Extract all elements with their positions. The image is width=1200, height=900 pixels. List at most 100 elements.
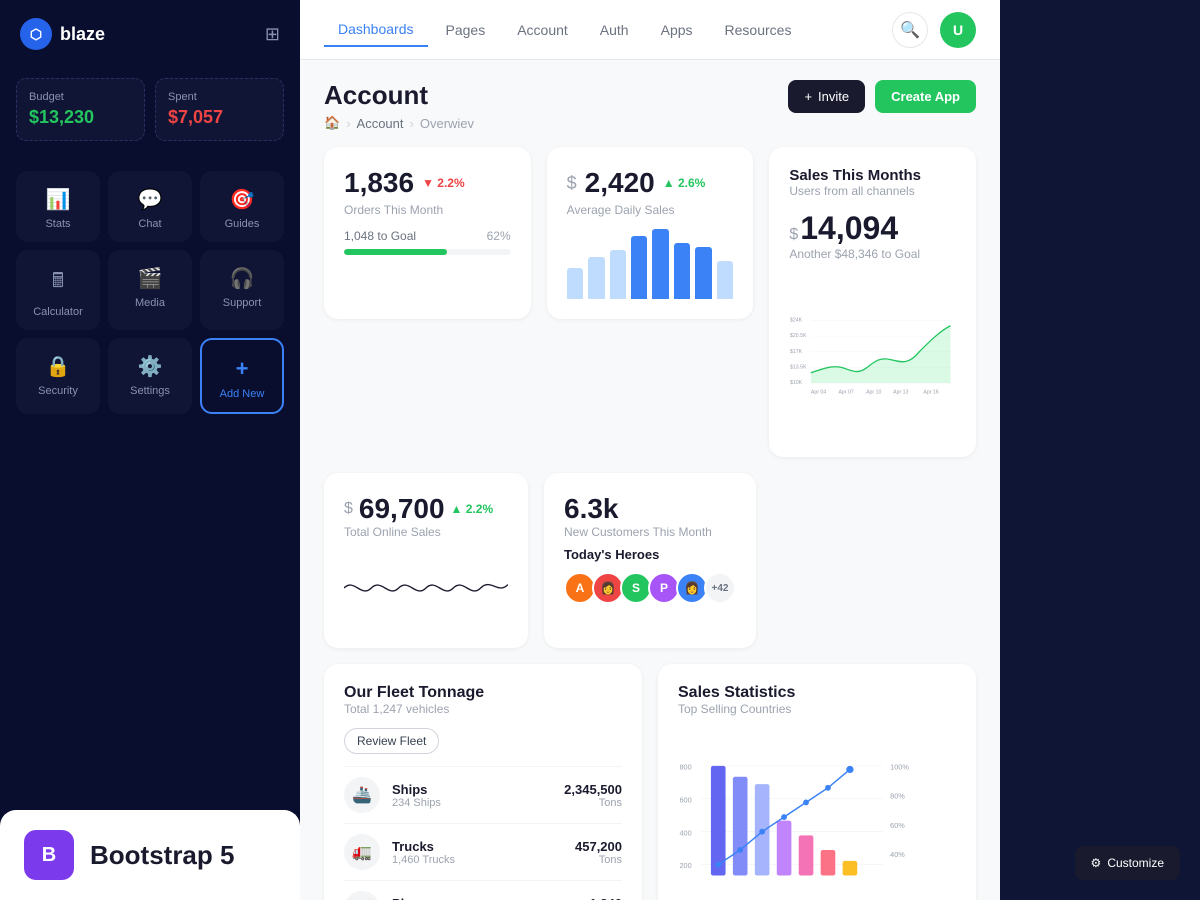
orders-card: 1,836 ▼ 2.2% Orders This Month 1,048 to … — [324, 147, 531, 319]
nav-auth[interactable]: Auth — [586, 14, 643, 46]
top-nav: Dashboards Pages Account Auth Apps Resou… — [300, 0, 1000, 60]
sales-stats-title: Sales Statistics — [678, 684, 956, 702]
online-sales-number: 69,700 — [359, 493, 445, 525]
stats-icon: 📊 — [46, 187, 71, 212]
orders-goal-pct: 62% — [487, 229, 511, 243]
create-app-button[interactable]: Create App — [875, 80, 976, 113]
sidebar: ⬡ blaze ⊞ Budget $13,230 Spent $7,057 📊 … — [0, 0, 300, 900]
planes-icon: ✈️ — [344, 891, 380, 900]
user-avatar[interactable]: U — [940, 12, 976, 48]
customize-icon: ⚙ — [1091, 856, 1102, 870]
spent-card: Spent $7,057 — [155, 78, 284, 141]
chat-label: Chat — [138, 218, 161, 230]
nav-resources[interactable]: Resources — [711, 14, 806, 46]
svg-text:Apr 13: Apr 13 — [893, 389, 908, 395]
sidebar-item-stats[interactable]: 📊 Stats — [16, 171, 100, 242]
sidebar-item-media[interactable]: 🎬 Media — [108, 250, 192, 330]
security-icon: 🔒 — [46, 354, 71, 379]
sales-stats-card: Sales Statistics Top Selling Countries 8… — [658, 664, 976, 900]
nav-dashboards[interactable]: Dashboards — [324, 13, 428, 47]
media-label: Media — [135, 297, 165, 309]
breadcrumb-current: Overwiev — [420, 116, 474, 131]
sidebar-item-support[interactable]: 🎧 Support — [200, 250, 284, 330]
svg-text:Apr 16: Apr 16 — [924, 389, 939, 395]
bar-3 — [610, 250, 626, 299]
settings-icon: ⚙️ — [138, 354, 163, 379]
second-row: $ 69,700 ▲ 2.2% Total Online Sales 6.3k … — [324, 473, 976, 648]
bar-7 — [695, 247, 711, 300]
new-customers-label: New Customers This Month — [564, 525, 736, 539]
logo-icon: ⬡ — [20, 18, 52, 50]
breadcrumb-home-icon: 🏠 — [324, 115, 340, 131]
sidebar-item-settings[interactable]: ⚙️ Settings — [108, 338, 192, 414]
planes-value: 1,240 — [589, 896, 622, 900]
svg-text:Apr 07: Apr 07 — [839, 389, 854, 395]
page-header: Account 🏠 › Account › Overwiev + Invite … — [324, 80, 976, 131]
breadcrumb-account[interactable]: Account — [357, 116, 404, 131]
daily-sales-number: 2,420 — [585, 167, 655, 199]
bar-5 — [652, 229, 668, 299]
svg-text:800: 800 — [679, 762, 691, 771]
trucks-value: 457,200 — [575, 839, 622, 854]
nav-account[interactable]: Account — [503, 14, 582, 46]
new-customers-number: 6.3k — [564, 493, 736, 525]
support-icon: 🎧 — [230, 266, 255, 291]
add-new-icon: + — [236, 356, 249, 382]
svg-text:600: 600 — [679, 795, 691, 804]
customize-label: Customize — [1107, 856, 1164, 870]
review-fleet-button[interactable]: Review Fleet — [344, 728, 439, 754]
sidebar-item-add-new[interactable]: + Add New — [200, 338, 284, 414]
bar-6 — [674, 243, 690, 299]
online-sales-card: $ 69,700 ▲ 2.2% Total Online Sales — [324, 473, 528, 648]
grid-nav: 📊 Stats 💬 Chat 🎯 Guides 🖩 Calculator 🎬 M… — [0, 171, 300, 414]
media-icon: 🎬 — [138, 266, 163, 291]
sidebar-item-guides[interactable]: 🎯 Guides — [200, 171, 284, 242]
sales-month-title: Sales This Months — [789, 167, 956, 184]
sidebar-header: ⬡ blaze ⊞ — [0, 0, 300, 68]
svg-text:$10K: $10K — [790, 380, 803, 386]
menu-icon[interactable]: ⊞ — [265, 24, 280, 45]
invite-button[interactable]: + Invite — [788, 80, 865, 113]
online-sales-label: Total Online Sales — [344, 525, 508, 539]
spent-value: $7,057 — [168, 107, 271, 128]
svg-text:100%: 100% — [890, 762, 909, 771]
bar-1 — [567, 268, 583, 300]
stats-label: Stats — [45, 218, 70, 230]
bar-2 — [588, 257, 604, 299]
invite-plus-icon: + — [804, 89, 812, 104]
ships-value: 2,345,500 — [564, 782, 622, 797]
bootstrap-badge: B Bootstrap 5 — [0, 810, 300, 900]
nav-apps[interactable]: Apps — [647, 14, 707, 46]
main-content: Dashboards Pages Account Auth Apps Resou… — [300, 0, 1000, 900]
bar-4 — [631, 236, 647, 299]
chat-icon: 💬 — [138, 187, 163, 212]
calculator-label: Calculator — [33, 306, 83, 318]
page-title: Account — [324, 80, 474, 111]
daily-sales-card: $ 2,420 ▲ 2.6% Average Daily Sales — [547, 147, 754, 319]
search-button[interactable]: 🔍 — [892, 12, 928, 48]
stats-grid: 1,836 ▼ 2.2% Orders This Month 1,048 to … — [324, 147, 976, 457]
bar-8 — [717, 261, 733, 300]
heroes-title: Today's Heroes — [564, 547, 736, 562]
fleet-row-planes: ✈️ Planes 8 Aircrafts 1,240 Tons — [344, 880, 622, 900]
sales-stats-sub: Top Selling Countries — [678, 702, 956, 716]
top-nav-right: 🔍 U — [892, 12, 976, 48]
calculator-icon: 🖩 — [52, 266, 64, 300]
sidebar-item-calculator[interactable]: 🖩 Calculator — [16, 250, 100, 330]
sales-stats-chart: 800 600 400 200 — [678, 728, 956, 900]
orders-number: 1,836 — [344, 167, 414, 199]
sidebar-item-chat[interactable]: 💬 Chat — [108, 171, 192, 242]
nav-pages[interactable]: Pages — [432, 14, 500, 46]
spent-label: Spent — [168, 91, 271, 103]
trucks-name: Trucks — [392, 839, 455, 854]
page-content: Account 🏠 › Account › Overwiev + Invite … — [300, 60, 1000, 900]
customize-button[interactable]: ⚙ Customize — [1075, 846, 1180, 880]
bottom-grid: Our Fleet Tonnage Total 1,247 vehicles R… — [324, 664, 976, 900]
budget-card: Budget $13,230 — [16, 78, 145, 141]
trucks-desc: 1,460 Trucks — [392, 854, 455, 866]
svg-text:$13.5K: $13.5K — [790, 364, 807, 370]
settings-label: Settings — [130, 385, 170, 397]
sales-goal-note: Another $48,346 to Goal — [789, 247, 956, 261]
sidebar-item-security[interactable]: 🔒 Security — [16, 338, 100, 414]
fleet-sub: Total 1,247 vehicles — [344, 702, 622, 716]
